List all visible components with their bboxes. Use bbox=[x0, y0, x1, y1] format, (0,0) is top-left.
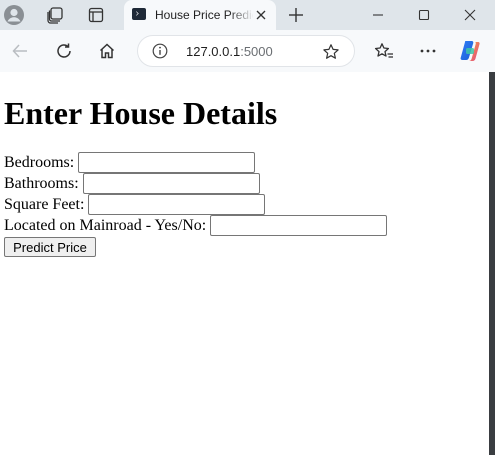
square-feet-input[interactable] bbox=[88, 194, 266, 215]
workspaces-icon[interactable] bbox=[43, 3, 67, 27]
tab-strip: House Price Prediction bbox=[0, 0, 495, 30]
minimize-icon[interactable] bbox=[355, 0, 401, 30]
maximize-icon[interactable] bbox=[401, 0, 447, 30]
bedrooms-label: Bedrooms: bbox=[4, 153, 75, 171]
square-feet-row: Square Feet: bbox=[4, 194, 266, 215]
copilot-icon[interactable] bbox=[458, 39, 482, 63]
tab-house-price-prediction[interactable]: House Price Prediction bbox=[124, 0, 276, 30]
tab-title-fade bbox=[229, 6, 254, 24]
bedrooms-input[interactable] bbox=[78, 152, 256, 173]
mainroad-input[interactable] bbox=[210, 215, 388, 236]
new-tab-icon[interactable] bbox=[284, 3, 308, 27]
favorite-star-icon[interactable] bbox=[322, 43, 340, 61]
terminal-favicon bbox=[132, 8, 146, 20]
background-window-edge bbox=[489, 72, 495, 455]
back-icon[interactable] bbox=[4, 35, 36, 67]
url-port: :5000 bbox=[240, 44, 273, 59]
info-icon[interactable] bbox=[152, 43, 168, 59]
url-host: 127.0.0.1 bbox=[186, 44, 241, 59]
bathrooms-label: Bathrooms: bbox=[4, 174, 79, 192]
mainroad-label: Located on Mainroad - Yes/No: bbox=[4, 216, 207, 234]
favorites-icon[interactable] bbox=[368, 35, 400, 67]
more-icon[interactable] bbox=[412, 35, 444, 67]
bathrooms-input[interactable] bbox=[82, 173, 260, 194]
address-bar[interactable]: 127.0.0.1:5000 bbox=[137, 35, 355, 67]
profile-icon[interactable] bbox=[2, 3, 26, 27]
close-window-icon[interactable] bbox=[447, 0, 493, 30]
url-text[interactable]: 127.0.0.1:5000 bbox=[186, 44, 273, 59]
square-feet-label: Square Feet: bbox=[4, 195, 85, 213]
page-title: Enter House Details bbox=[4, 95, 278, 131]
tab-actions-icon[interactable] bbox=[84, 3, 108, 27]
browser-toolbar: 127.0.0.1:5000 bbox=[0, 30, 495, 72]
close-tab-icon[interactable] bbox=[253, 7, 269, 23]
refresh-icon[interactable] bbox=[48, 35, 80, 67]
mainroad-row: Located on Mainroad - Yes/No: bbox=[4, 215, 388, 236]
page-content: Enter House Details Bedrooms: Bathrooms:… bbox=[0, 72, 489, 455]
predict-price-button[interactable]: Predict Price bbox=[4, 237, 96, 257]
bathrooms-row: Bathrooms: bbox=[4, 173, 260, 194]
bedrooms-row: Bedrooms: bbox=[4, 152, 256, 173]
home-icon[interactable] bbox=[91, 35, 123, 67]
